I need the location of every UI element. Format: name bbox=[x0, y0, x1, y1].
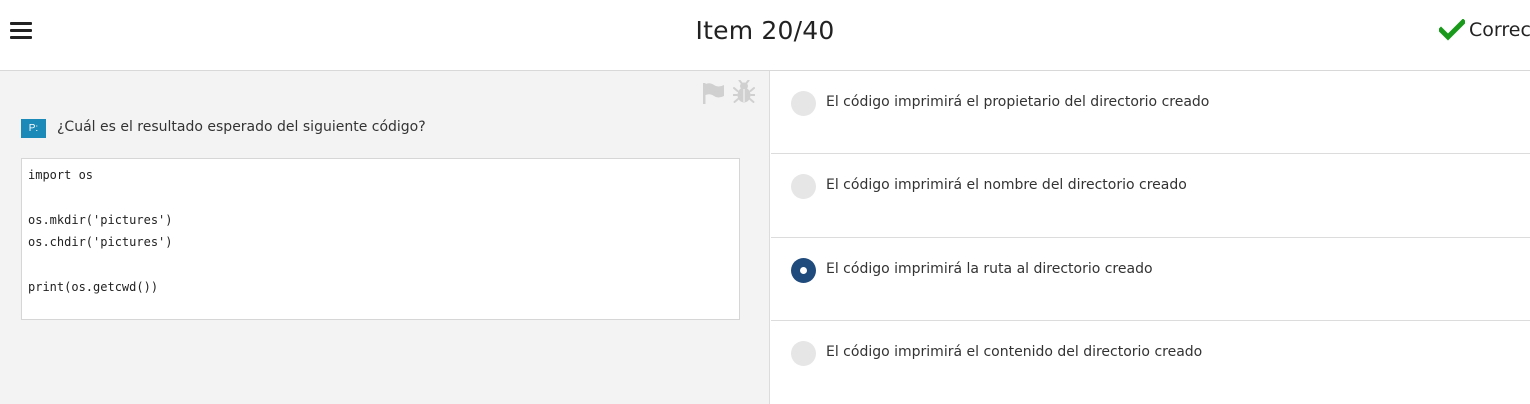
flag-icon[interactable] bbox=[702, 82, 726, 104]
option-label: El código imprimirá la ruta al directori… bbox=[826, 261, 1153, 277]
option-label: El código imprimirá el propietario del d… bbox=[826, 94, 1210, 110]
code-line: print(os.getcwd()) bbox=[28, 279, 159, 294]
top-bar: Item 20/40 Correct bbox=[0, 0, 1530, 71]
code-line: os.mkdir('pictures') bbox=[28, 212, 173, 227]
radio-button[interactable] bbox=[791, 341, 816, 366]
question-badge: P: bbox=[21, 119, 46, 138]
code-line: os.chdir('pictures') bbox=[28, 235, 173, 250]
option-label: El código imprimirá el contenido del dir… bbox=[826, 344, 1203, 360]
checkmark-icon bbox=[1439, 19, 1465, 41]
question-text: ¿Cuál es el resultado esperado del sigui… bbox=[57, 119, 426, 135]
radio-button[interactable] bbox=[791, 91, 816, 116]
answer-options: El código imprimirá el propietario del d… bbox=[771, 71, 1530, 404]
code-block: import os os.mkdir('pictures') os.chdir(… bbox=[21, 158, 740, 320]
bug-icon[interactable] bbox=[733, 80, 755, 104]
radio-button[interactable] bbox=[791, 174, 816, 199]
code-line: import os bbox=[28, 168, 94, 182]
status-text: Correct bbox=[1469, 19, 1530, 41]
page-title: Item 20/40 bbox=[695, 16, 835, 45]
answer-status: Correct bbox=[1439, 19, 1530, 41]
answer-option-1[interactable]: El código imprimirá el propietario del d… bbox=[771, 71, 1530, 154]
answer-option-3[interactable]: El código imprimirá la ruta al directori… bbox=[771, 238, 1530, 321]
radio-button-selected[interactable] bbox=[791, 258, 816, 283]
option-label: El código imprimirá el nombre del direct… bbox=[826, 177, 1187, 193]
answer-option-4[interactable]: El código imprimirá el contenido del dir… bbox=[771, 321, 1530, 404]
answer-option-2[interactable]: El código imprimirá el nombre del direct… bbox=[771, 154, 1530, 238]
question-panel: P: ¿Cuál es el resultado esperado del si… bbox=[0, 71, 770, 404]
